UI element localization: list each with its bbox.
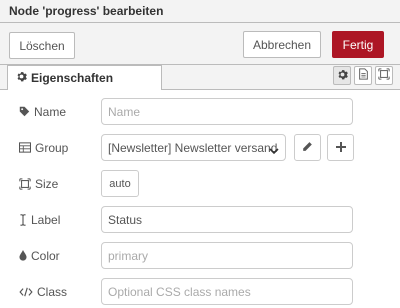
frame-icon bbox=[378, 68, 390, 83]
resize-icon bbox=[19, 177, 31, 190]
group-select-value: [Newsletter] Newsletter versand bbox=[108, 140, 278, 155]
text-cursor-icon bbox=[19, 213, 27, 226]
tab-properties-label: Eigenschaften bbox=[31, 71, 114, 85]
gear-icon bbox=[16, 71, 27, 85]
class-label: Class bbox=[37, 284, 68, 299]
group-label-wrap: Group bbox=[19, 134, 68, 161]
tabs-bar: Eigenschaften bbox=[0, 65, 400, 91]
name-row: Name bbox=[0, 98, 400, 125]
color-input[interactable] bbox=[101, 242, 353, 269]
name-label-wrap: Name bbox=[19, 98, 66, 125]
chevron-down-icon bbox=[269, 144, 279, 158]
size-row: Size auto bbox=[0, 170, 400, 197]
droplet-icon bbox=[19, 250, 27, 261]
cancel-button[interactable]: Abbrechen bbox=[243, 31, 321, 58]
edit-group-button[interactable] bbox=[294, 134, 321, 161]
done-button[interactable]: Fertig bbox=[332, 31, 384, 58]
size-label-wrap: Size bbox=[19, 170, 58, 197]
gear-icon bbox=[337, 69, 348, 83]
group-label: Group bbox=[35, 140, 69, 155]
tab-appearance[interactable] bbox=[375, 66, 393, 85]
name-label: Name bbox=[34, 104, 67, 119]
group-row: Group [Newsletter] Newsletter versand bbox=[0, 134, 400, 161]
dialog-title: Node 'progress' bearbeiten bbox=[0, 0, 400, 23]
properties-form: Name Group [Newsletter] Newsletter versa… bbox=[0, 90, 400, 308]
color-row: Color bbox=[0, 242, 400, 269]
table-icon bbox=[19, 142, 31, 153]
class-label-wrap: Class bbox=[19, 278, 67, 305]
group-select[interactable]: [Newsletter] Newsletter versand bbox=[101, 134, 286, 161]
tab-icon-group bbox=[333, 66, 393, 85]
class-row: Class bbox=[0, 278, 400, 305]
size-label: Size bbox=[35, 176, 59, 191]
label-input[interactable] bbox=[101, 206, 353, 233]
class-input[interactable] bbox=[101, 278, 353, 305]
file-icon bbox=[358, 68, 369, 83]
pencil-icon bbox=[302, 141, 313, 155]
plus-icon bbox=[335, 141, 346, 155]
delete-button[interactable]: Löschen bbox=[9, 32, 75, 59]
color-label-wrap: Color bbox=[19, 242, 60, 269]
name-input[interactable] bbox=[101, 98, 353, 125]
label-label-wrap: Label bbox=[19, 206, 60, 233]
color-label: Color bbox=[31, 248, 60, 263]
tray-toolbar: Löschen Abbrechen Fertig bbox=[0, 23, 400, 65]
tab-properties[interactable]: Eigenschaften bbox=[7, 65, 162, 91]
label-row: Label bbox=[0, 206, 400, 233]
add-group-button[interactable] bbox=[327, 134, 354, 161]
code-icon bbox=[19, 287, 33, 297]
tag-icon bbox=[19, 106, 30, 117]
label-label: Label bbox=[31, 212, 61, 227]
tab-settings[interactable] bbox=[333, 66, 351, 85]
size-button[interactable]: auto bbox=[101, 170, 139, 197]
tab-description[interactable] bbox=[354, 66, 372, 85]
